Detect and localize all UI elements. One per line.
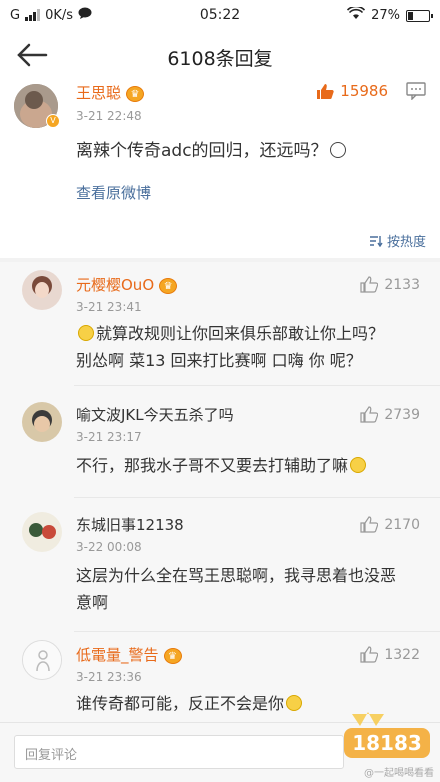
like-count: 2170 [384, 516, 420, 533]
reply-line-text: 不行，那我水子哥不又要去打辅助了嘛 [76, 456, 349, 475]
reply-time: 3-22 00:08 [76, 540, 142, 554]
avatar[interactable] [22, 402, 62, 442]
like-button[interactable]: 2133 [360, 276, 420, 293]
top-nav: 6108条回复 [0, 30, 440, 82]
view-original-link[interactable]: 查看原微博 [76, 182, 151, 203]
vip-crown-icon: ♛ [126, 86, 145, 102]
watermark-text: @一起喝喝看看 [364, 768, 434, 779]
reply-line-text: 谁传奇都可能，反正不会是你 [76, 694, 285, 713]
sort-by-hot-button[interactable]: 按热度 [369, 231, 426, 250]
sort-bar: 按热度 [0, 225, 440, 255]
logo-text: 18183 [352, 731, 422, 755]
avatar[interactable] [22, 640, 62, 680]
verified-badge-icon: V [46, 114, 60, 128]
reply-line: 就算改规则让你回来俱乐部敢让你上吗？ [76, 320, 384, 347]
username-text: 东城旧事12138 [76, 516, 184, 534]
reply-item: 东城旧事12138 3-22 00:08 2170 这层为什么全在骂王思聪啊，我… [0, 498, 440, 632]
thumb-up-icon [360, 276, 379, 293]
reply-line-text: 这层为什么全在骂王思聪啊，我寻思着也没恶 [76, 566, 397, 585]
reply-time: 3-21 23:41 [76, 300, 142, 314]
smile-emoji-icon [286, 695, 303, 711]
smile-emoji-icon [78, 325, 94, 341]
reply-line-text: 意啊 [76, 593, 109, 612]
username[interactable]: 元樱樱OuO ♛ [76, 274, 178, 295]
battery-fill [408, 11, 414, 20]
username[interactable]: 王思聪 ♛ [76, 82, 145, 103]
reply-text: 就算改规则让你回来俱乐部敢让你上吗？ 别怂啊 菜13 回来打比赛啊 口嗨 你 呢… [76, 320, 384, 374]
panda-emoji-icon [329, 142, 346, 158]
battery-percent: 27% [371, 8, 400, 23]
username-text: 低電量_警告 [76, 646, 159, 664]
status-right: 27% [347, 5, 433, 24]
like-count: 15986 [340, 82, 388, 100]
reply-line-text: 就算改规则让你回来俱乐部敢让你上吗？ [96, 324, 385, 343]
sort-label: 按热度 [386, 235, 426, 250]
thumb-up-icon [360, 406, 379, 423]
username[interactable]: 东城旧事12138 [76, 514, 184, 535]
username[interactable]: 喻文波JKL今天五杀了吗 [76, 404, 234, 425]
like-button[interactable]: 2170 [360, 516, 420, 533]
username-text: 元樱樱OuO [76, 276, 155, 294]
username-text: 喻文波JKL今天五杀了吗 [76, 406, 234, 424]
like-button[interactable]: 1322 [360, 646, 420, 663]
avatar[interactable] [22, 512, 62, 552]
page-title: 6108条回复 [167, 48, 273, 70]
like-count: 1322 [384, 646, 420, 663]
username[interactable]: 低電量_警告 ♛ [76, 644, 182, 665]
reply-item: 元樱樱OuO ♛ 3-21 23:41 2133 就算改规则让你回来俱乐部敢让你上… [0, 262, 440, 386]
thumb-up-icon [360, 646, 379, 663]
avatar[interactable] [22, 270, 62, 310]
reply-text: 谁传奇都可能，反正不会是你 [76, 690, 304, 717]
vip-crown-icon: ♛ [163, 648, 182, 664]
comment-icon[interactable] [406, 82, 428, 104]
reply-text: 不行，那我水子哥不又要去打辅助了嘛 [76, 452, 368, 479]
vip-crown-icon: ♛ [159, 278, 178, 294]
status-bar: G 0K/s 05:22 27% [0, 0, 440, 30]
reply-time: 3-21 23:36 [76, 670, 142, 684]
like-count: 2739 [384, 406, 420, 423]
reply-text: 这层为什么全在骂王思聪啊，我寻思着也没恶 意啊 [76, 562, 396, 616]
like-button[interactable]: 2739 [360, 406, 420, 423]
post-time: 3-21 22:48 [76, 109, 142, 123]
like-count: 2133 [384, 276, 420, 293]
smile-emoji-icon [350, 457, 367, 473]
thumb-up-icon [360, 516, 379, 533]
comment-text: 离辣个传奇adc的回归，还远吗？ [76, 138, 348, 165]
username-text: 王思聪 [76, 84, 122, 102]
like-button[interactable]: 15986 [316, 82, 388, 100]
reply-item: 喻文波JKL今天五杀了吗 3-21 23:17 2739 不行，那我水子哥不又要… [0, 386, 440, 498]
reply-line: 别怂啊 菜13 回来打比赛啊 口嗨 你 呢？ [76, 347, 384, 374]
thumb-up-icon [317, 83, 334, 99]
site-logo: 18183 [342, 708, 432, 764]
reply-time: 3-21 23:17 [76, 430, 142, 444]
reply-input[interactable]: 回复评论 [14, 735, 344, 769]
reply-line-text: 别怂啊 菜13 回来打比赛啊 口嗨 你 呢？ [76, 351, 362, 370]
wifi-icon [347, 5, 366, 24]
battery-icon [406, 9, 433, 22]
sort-icon [369, 235, 383, 247]
comment-text-content: 离辣个传奇adc的回归，还远吗？ [76, 141, 328, 161]
